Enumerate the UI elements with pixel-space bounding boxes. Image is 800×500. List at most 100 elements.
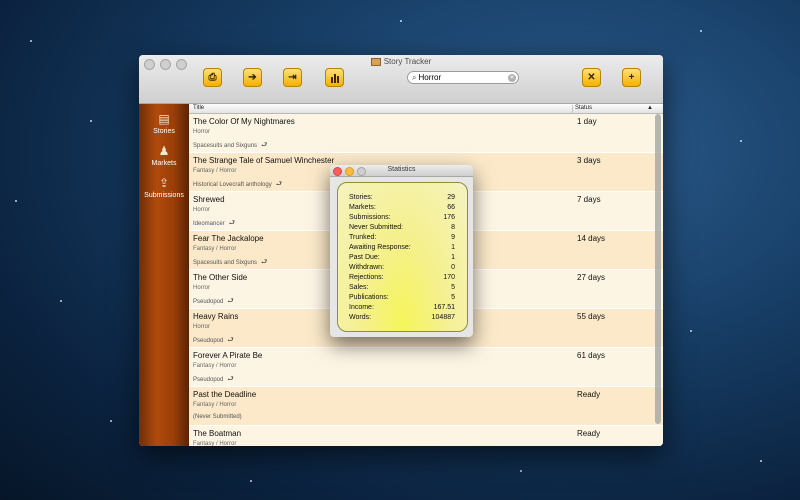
search-icon: ⌕ xyxy=(412,72,417,82)
sidebar-item-markets[interactable]: ♟ Markets xyxy=(139,144,189,167)
story-market: Historical Lovecraft anthology ⮐ xyxy=(193,180,282,191)
return-arrow-icon: ⮐ xyxy=(261,142,268,149)
statistics-title: Statistics xyxy=(387,166,416,173)
stat-row: Awaiting Response: 1 xyxy=(349,244,455,251)
story-status: 55 days xyxy=(577,312,606,321)
story-row[interactable]: The BoatmanFantasy / Horror(Never Submit… xyxy=(189,426,663,446)
stat-row: Never Submitted: 8 xyxy=(349,224,455,231)
statistics-window: Statistics Stories: 29 Markets: 66 Submissio… xyxy=(330,165,473,337)
story-genre: Fantasy / Horror xyxy=(193,441,237,446)
stat-label: Past Due: xyxy=(349,254,380,261)
stat-label: Trunked: xyxy=(349,234,377,241)
stat-label: Withdrawn: xyxy=(349,264,385,271)
stat-value: 1 xyxy=(451,244,455,251)
stat-value: 1 xyxy=(451,254,455,261)
stat-value: 176 xyxy=(443,214,455,221)
document-icon xyxy=(370,57,381,66)
story-title: Past the Deadline xyxy=(193,390,257,399)
market-name: Pseudopod xyxy=(193,338,224,344)
story-genre: Fantasy / Horror xyxy=(193,246,237,252)
statistics-button[interactable] xyxy=(325,68,344,87)
stat-row: Withdrawn: 0 xyxy=(349,264,455,271)
export-button[interactable]: ➔ xyxy=(243,68,262,87)
market-name: Spacesuits and Sixguns xyxy=(193,143,258,149)
market-name: Ideomancer xyxy=(193,221,225,227)
market-name: Pseudopod xyxy=(193,299,224,305)
stat-label: Markets: xyxy=(349,204,376,211)
scrollbar-thumb[interactable] xyxy=(655,114,661,424)
stat-label: Stories: xyxy=(349,194,373,201)
stat-value: 29 xyxy=(447,194,455,201)
story-market: Spacesuits and Sixguns ⮐ xyxy=(193,258,267,269)
import-button[interactable]: ⇥ xyxy=(283,68,302,87)
stat-row: Sales: 5 xyxy=(349,284,455,291)
market-name: Historical Lovecraft anthology xyxy=(193,182,272,188)
submissions-icon: ⇪ xyxy=(158,176,170,190)
market-name: Pseudopod xyxy=(193,377,224,383)
story-title: Shrewed xyxy=(193,195,225,204)
story-title: The Other Side xyxy=(193,273,248,282)
story-market: Pseudopod ⮐ xyxy=(193,375,234,386)
story-title: Heavy Rains xyxy=(193,312,239,321)
stat-value: 104887 xyxy=(431,314,455,321)
story-market: (Never Submitted) xyxy=(193,414,242,420)
return-arrow-icon: ⮐ xyxy=(227,298,234,305)
story-genre: Fantasy / Horror xyxy=(193,363,237,369)
delete-button[interactable]: ✕ xyxy=(582,68,601,87)
sidebar: ▤ Stories ♟ Markets ⇪ Submissions xyxy=(139,104,189,446)
scrollbar[interactable] xyxy=(655,114,661,426)
story-title: Forever A Pirate Be xyxy=(193,351,263,360)
story-status: 1 day xyxy=(577,117,597,126)
stat-value: 0 xyxy=(451,264,455,271)
stat-label: Sales: xyxy=(349,284,369,291)
story-row[interactable]: The Color Of My Nightmares Horror Spacesui… xyxy=(189,114,663,153)
return-arrow-icon: ⮐ xyxy=(261,259,268,266)
stat-row: Trunked: 9 xyxy=(349,234,455,241)
sidebar-item-label: Submissions xyxy=(144,192,184,199)
story-status: 3 days xyxy=(577,156,601,165)
return-arrow-icon: ⮐ xyxy=(227,376,234,383)
story-row[interactable]: Past the Deadline Fantasy / Horror (Never … xyxy=(189,387,663,426)
story-status: 61 days xyxy=(577,351,606,360)
bar-chart-icon xyxy=(330,73,339,83)
story-genre: Horror xyxy=(193,207,211,213)
sidebar-item-submissions[interactable]: ⇪ Submissions xyxy=(139,176,189,199)
stat-row: Submissions: 176 xyxy=(349,214,455,221)
stat-value: 8 xyxy=(451,224,455,231)
window-title: Story Tracker xyxy=(139,57,663,66)
status-column-header[interactable]: Status xyxy=(572,105,592,113)
stat-value: 5 xyxy=(451,294,455,301)
clear-search-icon[interactable]: ✕ xyxy=(508,73,516,82)
sidebar-item-label: Stories xyxy=(153,128,175,135)
search-input[interactable] xyxy=(418,73,499,82)
stat-label: Submissions: xyxy=(349,214,391,221)
story-title: Fear The Jackalope xyxy=(193,234,264,243)
story-status: 27 days xyxy=(577,273,606,282)
story-market: Spacesuits and Sixguns ⮐ xyxy=(193,141,267,152)
sort-ascending-icon: ▲ xyxy=(647,105,653,111)
market-name: Spacesuits and Sixguns xyxy=(193,260,258,266)
stat-value: 9 xyxy=(451,234,455,241)
story-genre: Horror xyxy=(193,285,211,291)
print-button[interactable]: ⎙ xyxy=(203,68,222,87)
story-market: Pseudopod ⮐ xyxy=(193,336,234,347)
sidebar-item-stories[interactable]: ▤ Stories xyxy=(139,112,189,135)
return-arrow-icon: ⮐ xyxy=(275,181,283,188)
stat-row: Words: 104887 xyxy=(349,314,455,321)
printer-icon: ⎙ xyxy=(208,72,217,83)
return-arrow-icon: ⮐ xyxy=(227,337,234,344)
story-row[interactable]: Forever A Pirate Be Fantasy / Horror Pseud… xyxy=(189,348,663,387)
sidebar-item-label: Markets xyxy=(151,160,177,167)
stat-value: 170 xyxy=(443,274,455,281)
export-icon: ➔ xyxy=(248,72,257,83)
story-genre: Fantasy / Horror xyxy=(193,402,237,408)
story-status: 7 days xyxy=(577,195,601,204)
book-icon: ▤ xyxy=(158,112,170,126)
search-field[interactable]: ⌕ ✕ xyxy=(407,71,519,84)
story-market: Ideomancer ⮐ xyxy=(193,219,235,230)
import-icon: ⇥ xyxy=(288,72,297,83)
stat-label: Awaiting Response: xyxy=(349,244,411,251)
title-column-header[interactable]: Title xyxy=(193,105,204,111)
toolbar: Story Tracker ⎙ ➔ ⇥ ⌕ ✕ ✕ + xyxy=(139,55,663,104)
add-button[interactable]: + xyxy=(622,68,641,87)
